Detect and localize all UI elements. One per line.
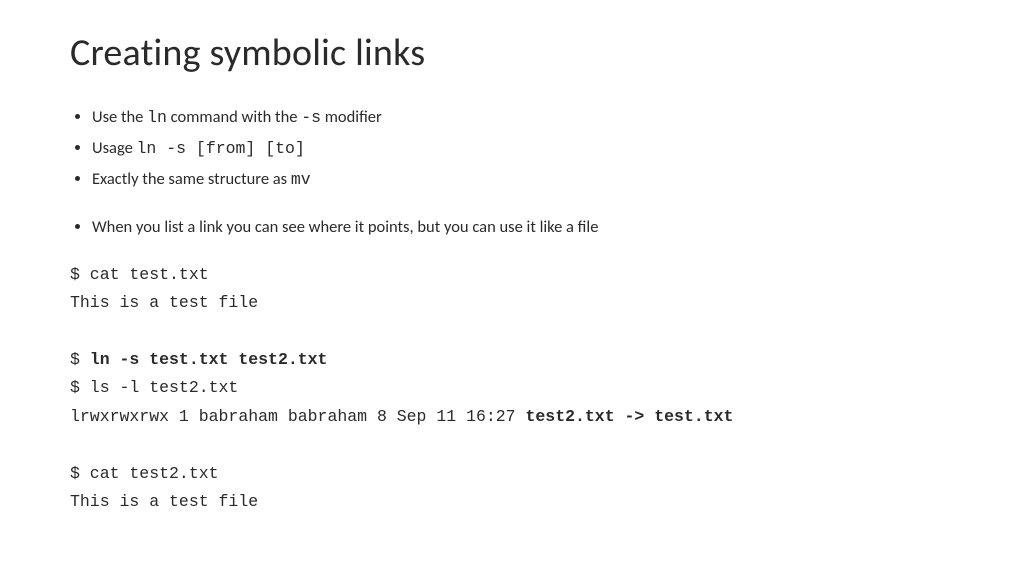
term-line: This is a test file [70, 293, 258, 312]
code-mv: mv [291, 170, 311, 189]
bullet-1: Use the ln command with the -s modifier [92, 104, 954, 131]
terminal-block: $ cat test.txt This is a test file $ ln … [70, 261, 954, 516]
term-line: $ [70, 350, 90, 369]
text: modifier [321, 107, 382, 127]
code-usage: ln -s [from] [to] [137, 139, 305, 158]
bullet-2: Usage ln -s [from] [to] [92, 135, 954, 162]
text: Exactly the same structure as [92, 169, 291, 189]
term-cmd-ln: ln -s test.txt test2.txt [90, 350, 328, 369]
bullet-4: When you list a link you can see where i… [92, 214, 954, 241]
term-line: $ ls -l test2.txt [70, 378, 238, 397]
term-line: This is a test file [70, 492, 258, 511]
term-line: lrwxrwxrwx 1 babraham babraham 8 Sep 11 … [70, 407, 525, 426]
code-dash-s: -s [301, 108, 321, 127]
text: command with the [167, 107, 301, 127]
bullet-list-1: Use the ln command with the -s modifier … [70, 104, 954, 194]
term-link-target: test2.txt -> test.txt [525, 407, 733, 426]
term-line: $ cat test.txt [70, 265, 209, 284]
bullet-list-2: When you list a link you can see where i… [70, 214, 954, 241]
term-line: $ cat test2.txt [70, 464, 219, 483]
text: Usage [92, 138, 137, 158]
text: When you list a link you can see where i… [92, 217, 598, 237]
bullet-3: Exactly the same structure as mv [92, 166, 954, 193]
text: Use the [92, 107, 147, 127]
code-ln: ln [147, 108, 167, 127]
page-title: Creating symbolic links [70, 30, 954, 76]
slide: Creating symbolic links Use the ln comma… [0, 0, 1024, 546]
